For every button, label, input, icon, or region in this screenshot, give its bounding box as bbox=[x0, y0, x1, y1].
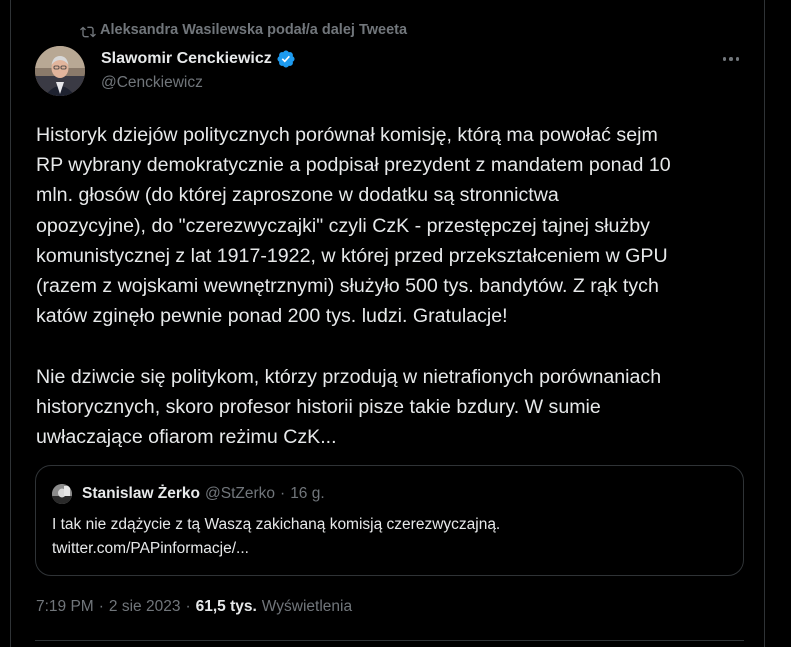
author-avatar[interactable] bbox=[35, 46, 85, 96]
tweet-line: (razem z wojskami wewnętrznymi) służyło … bbox=[36, 274, 659, 297]
column-border-left bbox=[10, 0, 11, 647]
dot-icon bbox=[729, 57, 733, 61]
quote-separator: · bbox=[280, 485, 286, 502]
dot-icon bbox=[735, 57, 740, 61]
tweet-meta: 7:19 PM · 2 sie 2023 · 61,5 tys. Wyświet… bbox=[36, 598, 352, 616]
quote-time[interactable]: 16 g. bbox=[290, 485, 324, 503]
quote-author-name[interactable]: Stanislaw Żerko bbox=[82, 485, 200, 503]
tweet-line: katów zginęło pewnie ponad 200 tys. ludz… bbox=[36, 305, 508, 328]
quote-text: I tak nie zdążycie z tą Waszą zakichaną … bbox=[52, 513, 500, 561]
quote-author-handle[interactable]: @StZerko bbox=[205, 485, 275, 503]
tweet-line: Historyk dziejów politycznych porównał k… bbox=[36, 124, 658, 146]
meta-separator: · bbox=[185, 598, 191, 615]
author-name-text[interactable]: Slawomir Cenckiewicz bbox=[101, 50, 272, 68]
verified-badge-icon bbox=[277, 50, 295, 68]
author-handle[interactable]: @Cenckiewicz bbox=[101, 74, 203, 92]
divider bbox=[35, 640, 744, 641]
quote-header: Stanislaw Żerko @StZerko · 16 g. bbox=[82, 485, 325, 503]
quote-author-avatar bbox=[52, 484, 72, 504]
views-label[interactable]: Wyświetlenia bbox=[262, 598, 352, 616]
column-border-right bbox=[764, 0, 765, 647]
tweet-detail: Aleksandra Wasilewska podał/a dalej Twee… bbox=[0, 0, 791, 647]
tweet-date[interactable]: 2 sie 2023 bbox=[109, 598, 181, 616]
tweet-line: Nie dziwcie się politykom, którzy przodu… bbox=[36, 365, 662, 388]
quote-link[interactable]: twitter.com/PAPinformacje/... bbox=[52, 537, 500, 561]
more-options-button[interactable] bbox=[716, 48, 746, 70]
tweet-line: opozycyjne), do "czerezwyczajki" czyli C… bbox=[36, 214, 650, 237]
dot-icon bbox=[722, 57, 727, 61]
tweet-time[interactable]: 7:19 PM bbox=[36, 598, 94, 616]
quote-avatar-image bbox=[52, 484, 72, 504]
author-name[interactable]: Slawomir Cenckiewicz bbox=[101, 49, 296, 69]
tweet-line: uwłaczające ofiarom reżimu CzK... bbox=[36, 425, 337, 448]
tweet-line: historycznych, skoro profesor historii p… bbox=[36, 395, 601, 418]
views-count[interactable]: 61,5 tys. bbox=[196, 598, 257, 616]
retweet-icon bbox=[80, 26, 96, 38]
tweet-line: RP wybrany demokratycznie a podpisał pre… bbox=[36, 154, 671, 177]
meta-separator: · bbox=[98, 598, 104, 615]
retweet-context[interactable]: Aleksandra Wasilewska podał/a dalej Twee… bbox=[100, 22, 407, 38]
tweet-line: mln. głosów (do której zaproszone w doda… bbox=[36, 184, 559, 207]
tweet-line: komunistycznej z lat 1917-1922, w której… bbox=[36, 244, 668, 267]
tweet-text: Historyk dziejów politycznych porównał k… bbox=[36, 120, 756, 452]
avatar-image bbox=[35, 46, 85, 96]
quoted-tweet[interactable]: Stanislaw Żerko @StZerko · 16 g. I tak n… bbox=[35, 465, 744, 576]
quote-line: I tak nie zdążycie z tą Waszą zakichaną … bbox=[52, 516, 501, 533]
